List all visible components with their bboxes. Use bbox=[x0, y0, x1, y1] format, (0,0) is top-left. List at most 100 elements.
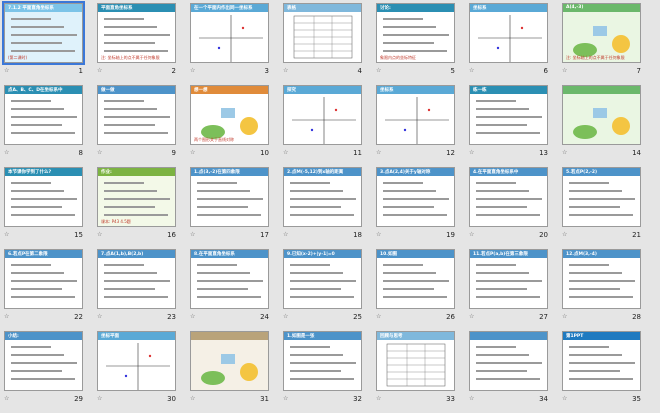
text-line-placeholder bbox=[476, 124, 527, 126]
slide-thumbnail-11[interactable]: 探究 ☆ 11 bbox=[282, 85, 375, 167]
text-line-placeholder bbox=[11, 124, 62, 126]
slide-preview[interactable]: 1.如图是一张 bbox=[283, 331, 362, 391]
slide-preview[interactable]: 第1PPT bbox=[562, 331, 641, 391]
slide-preview[interactable]: 本节课你学到了什么? bbox=[4, 167, 83, 227]
slide-preview[interactable]: 做一做 bbox=[97, 85, 176, 145]
slide-preview[interactable]: 9.已知(x-2)+|y-1|=0 bbox=[283, 249, 362, 309]
slide-thumbnail-31[interactable]: ☆ 31 bbox=[189, 331, 282, 413]
slide-number: 16 bbox=[167, 231, 176, 239]
slide-title: 12.点M(3,-4) bbox=[566, 252, 597, 257]
slide-thumbnail-7[interactable]: A(4,-3) 注: 坐标轴上的点不属于任何象限 ☆ 7 bbox=[561, 3, 654, 85]
text-line-placeholder bbox=[569, 378, 633, 380]
text-line-placeholder bbox=[476, 362, 542, 364]
text-line-placeholder bbox=[290, 214, 354, 216]
slide-preview[interactable]: 12.点M(3,-4) bbox=[562, 249, 641, 309]
text-line-placeholder bbox=[476, 378, 540, 380]
slide-preview[interactable]: 作业: 课本: P43 4.5题 bbox=[97, 167, 176, 227]
slide-preview[interactable]: 1.点(3,-2)在第四象限 bbox=[190, 167, 269, 227]
slide-title: 1.如图是一张 bbox=[287, 334, 315, 339]
text-line-placeholder bbox=[383, 42, 434, 44]
slide-preview[interactable]: 8.在平面直角坐标系 bbox=[190, 249, 269, 309]
slide-thumbnail-29[interactable]: 小结: ☆ 29 bbox=[3, 331, 96, 413]
slide-preview[interactable]: 讨论: 象限内点的坐标特征 bbox=[376, 3, 455, 63]
slide-thumbnail-6[interactable]: 坐标系 ☆ 6 bbox=[468, 3, 561, 85]
slide-thumbnail-17[interactable]: 1.点(3,-2)在第四象限 ☆ 17 bbox=[189, 167, 282, 249]
slide-thumbnail-16[interactable]: 作业: 课本: P43 4.5题 ☆ 16 bbox=[96, 167, 189, 249]
slide-thumbnail-13[interactable]: 练一练 ☆ 13 bbox=[468, 85, 561, 167]
slide-thumbnail-12[interactable]: 坐标系 ☆ 12 bbox=[375, 85, 468, 167]
slide-preview[interactable]: 3.点A(2,4)关于y轴对称 bbox=[376, 167, 455, 227]
slide-thumbnail-27[interactable]: 11.若点P(a,b)在第三象限 ☆ 27 bbox=[468, 249, 561, 331]
slide-thumbnail-19[interactable]: 3.点A(2,4)关于y轴对称 ☆ 19 bbox=[375, 167, 468, 249]
slide-note: 象限内点的坐标特征 bbox=[380, 55, 416, 60]
slide-thumbnail-10[interactable]: 想一想 两个图形关于直线对称 ☆ 10 bbox=[189, 85, 282, 167]
slide-preview[interactable] bbox=[190, 331, 269, 391]
transition-star-icon: ☆ bbox=[97, 313, 103, 320]
slide-thumbnail-4[interactable]: 表格 ☆ 4 bbox=[282, 3, 375, 85]
text-line-placeholder bbox=[290, 182, 330, 184]
slide-preview[interactable]: 探究 bbox=[283, 85, 362, 145]
slide-preview[interactable]: 坐标平面 bbox=[97, 331, 176, 391]
text-line-placeholder bbox=[11, 378, 75, 380]
slide-thumbnail-1[interactable]: 7.1.2 平面直角坐标系 (第二课时) ☆ 1 bbox=[2, 1, 96, 85]
slide-thumbnail-32[interactable]: 1.如图是一张 ☆ 32 bbox=[282, 331, 375, 413]
slide-preview[interactable] bbox=[469, 331, 548, 391]
slide-thumbnail-34[interactable]: ☆ 34 bbox=[468, 331, 561, 413]
text-line-placeholder bbox=[476, 198, 542, 200]
slide-thumbnail-18[interactable]: 2.点M(-5,12)到x轴的距离 ☆ 18 bbox=[282, 167, 375, 249]
slide-preview[interactable]: 练一练 bbox=[469, 85, 548, 145]
slide-thumbnail-26[interactable]: 10.如图 ☆ 26 bbox=[375, 249, 468, 331]
transition-star-icon: ☆ bbox=[190, 67, 196, 74]
slide-preview[interactable]: 5.若点P(2,-2) bbox=[562, 167, 641, 227]
text-line-placeholder bbox=[104, 182, 144, 184]
slide-preview[interactable]: 回顾与思考 bbox=[376, 331, 455, 391]
slide-thumbnail-33[interactable]: 回顾与思考 ☆ 33 bbox=[375, 331, 468, 413]
slide-thumbnail-3[interactable]: 在一个平面内作出同一坐标系 ☆ 3 bbox=[189, 3, 282, 85]
text-line-placeholder bbox=[11, 296, 75, 298]
slide-preview[interactable]: 平面直角坐标系 注: 坐标轴上的点不属于任何象限 bbox=[97, 3, 176, 63]
slide-number: 29 bbox=[74, 395, 83, 403]
slide-thumbnail-8[interactable]: 点A、B、C、D在坐标系中 ☆ 8 bbox=[3, 85, 96, 167]
slide-preview[interactable]: 2.点M(-5,12)到x轴的距离 bbox=[283, 167, 362, 227]
text-line-placeholder bbox=[383, 264, 423, 266]
slide-thumbnail-20[interactable]: 4.在平面直角坐标系中 ☆ 20 bbox=[468, 167, 561, 249]
slide-title: 8.在平面直角坐标系 bbox=[194, 252, 235, 257]
slide-preview[interactable]: 表格 bbox=[283, 3, 362, 63]
slide-thumbnail-30[interactable]: 坐标平面 ☆ 30 bbox=[96, 331, 189, 413]
text-line-placeholder bbox=[476, 370, 527, 372]
slide-thumbnail-2[interactable]: 平面直角坐标系 注: 坐标轴上的点不属于任何象限 ☆ 2 bbox=[96, 3, 189, 85]
slide-thumbnail-35[interactable]: 第1PPT ☆ 35 bbox=[561, 331, 654, 413]
text-line-placeholder bbox=[290, 362, 356, 364]
slide-thumbnail-24[interactable]: 8.在平面直角坐标系 ☆ 24 bbox=[189, 249, 282, 331]
slide-preview[interactable]: 坐标系 bbox=[376, 85, 455, 145]
slide-thumbnail-21[interactable]: 5.若点P(2,-2) ☆ 21 bbox=[561, 167, 654, 249]
text-line-placeholder bbox=[290, 280, 356, 282]
slide-thumbnail-15[interactable]: 本节课你学到了什么? ☆ 15 bbox=[3, 167, 96, 249]
slide-thumbnail-5[interactable]: 讨论: 象限内点的坐标特征 ☆ 5 bbox=[375, 3, 468, 85]
slide-thumbnail-22[interactable]: 6.若点P在第二象限 ☆ 22 bbox=[3, 249, 96, 331]
slide-preview[interactable]: 点A、B、C、D在坐标系中 bbox=[4, 85, 83, 145]
slide-thumbnail-28[interactable]: 12.点M(3,-4) ☆ 28 bbox=[561, 249, 654, 331]
text-line-placeholder bbox=[197, 288, 248, 290]
slide-preview[interactable]: 10.如图 bbox=[376, 249, 455, 309]
transition-star-icon: ☆ bbox=[97, 231, 103, 238]
slide-preview[interactable] bbox=[562, 85, 641, 145]
slide-preview[interactable]: 7.点A(1,b),B(2,b) bbox=[97, 249, 176, 309]
slide-preview[interactable]: 在一个平面内作出同一坐标系 bbox=[190, 3, 269, 63]
slide-thumbnail-23[interactable]: 7.点A(1,b),B(2,b) ☆ 23 bbox=[96, 249, 189, 331]
slide-preview[interactable]: 7.1.2 平面直角坐标系 (第二课时) bbox=[2, 1, 85, 65]
slide-preview[interactable]: 11.若点P(a,b)在第三象限 bbox=[469, 249, 548, 309]
slide-thumbnail-14[interactable]: ☆ 14 bbox=[561, 85, 654, 167]
slide-thumbnail-9[interactable]: 做一做 ☆ 9 bbox=[96, 85, 189, 167]
slide-preview[interactable]: 6.若点P在第二象限 bbox=[4, 249, 83, 309]
slide-preview[interactable]: 坐标系 bbox=[469, 3, 548, 63]
slide-preview[interactable]: 想一想 两个图形关于直线对称 bbox=[190, 85, 269, 145]
slide-preview[interactable]: 4.在平面直角坐标系中 bbox=[469, 167, 548, 227]
text-line-placeholder bbox=[476, 264, 516, 266]
slide-preview[interactable]: A(4,-3) 注: 坐标轴上的点不属于任何象限 bbox=[562, 3, 641, 63]
slide-thumbnail-25[interactable]: 9.已知(x-2)+|y-1|=0 ☆ 25 bbox=[282, 249, 375, 331]
slide-preview[interactable]: 小结: bbox=[4, 331, 83, 391]
transition-star-icon: ☆ bbox=[376, 231, 382, 238]
slide-title: 平面直角坐标系 bbox=[101, 6, 133, 11]
slide-number: 5 bbox=[450, 67, 455, 75]
